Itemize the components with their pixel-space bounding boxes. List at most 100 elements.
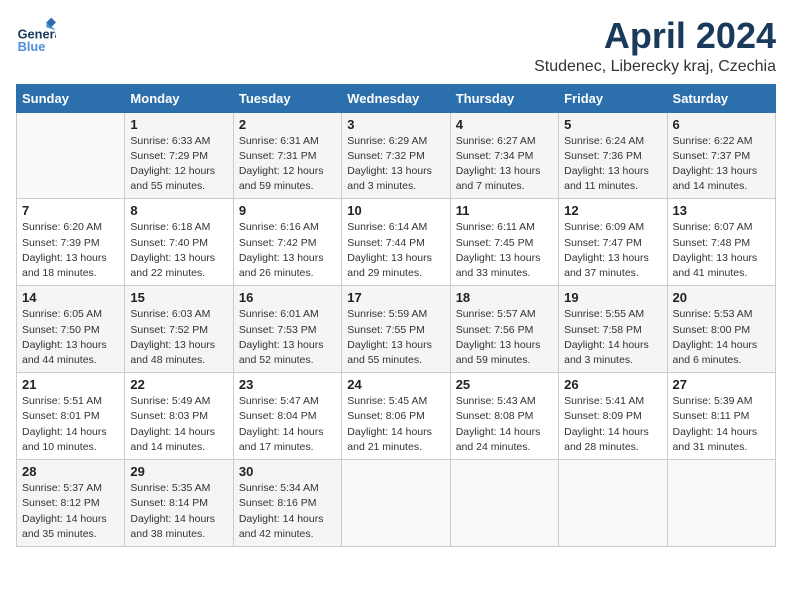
calendar-cell: 22 Sunrise: 5:49 AM Sunset: 8:03 PM Dayli… <box>125 373 233 460</box>
day-number: 15 <box>130 290 227 305</box>
calendar-cell: 4 Sunrise: 6:27 AM Sunset: 7:34 PM Daylig… <box>450 112 558 199</box>
calendar-cell <box>667 460 775 547</box>
day-info: Sunrise: 6:07 AM Sunset: 7:48 PM Dayligh… <box>673 220 770 281</box>
day-number: 17 <box>347 290 444 305</box>
day-number: 19 <box>564 290 661 305</box>
calendar-cell: 2 Sunrise: 6:31 AM Sunset: 7:31 PM Daylig… <box>233 112 341 199</box>
weekday-header-wednesday: Wednesday <box>342 84 450 112</box>
day-number: 20 <box>673 290 770 305</box>
calendar-cell: 20 Sunrise: 5:53 AM Sunset: 8:00 PM Dayli… <box>667 286 775 373</box>
day-info: Sunrise: 5:57 AM Sunset: 7:56 PM Dayligh… <box>456 307 553 368</box>
day-number: 21 <box>22 377 119 392</box>
day-info: Sunrise: 6:09 AM Sunset: 7:47 PM Dayligh… <box>564 220 661 281</box>
day-info: Sunrise: 6:05 AM Sunset: 7:50 PM Dayligh… <box>22 307 119 368</box>
day-info: Sunrise: 5:55 AM Sunset: 7:58 PM Dayligh… <box>564 307 661 368</box>
day-number: 1 <box>130 117 227 132</box>
day-number: 18 <box>456 290 553 305</box>
calendar-cell <box>450 460 558 547</box>
calendar-cell <box>342 460 450 547</box>
month-title: April 2024 <box>534 16 776 56</box>
calendar-cell: 30Sunrise: 5:34 AM Sunset: 8:16 PM Dayli… <box>233 460 341 547</box>
day-info: Sunrise: 5:51 AM Sunset: 8:01 PM Dayligh… <box>22 394 119 455</box>
week-row-4: 21 Sunrise: 5:51 AM Sunset: 8:01 PM Dayli… <box>17 373 776 460</box>
calendar-cell: 10 Sunrise: 6:14 AM Sunset: 7:44 PM Dayli… <box>342 199 450 286</box>
day-number: 3 <box>347 117 444 132</box>
week-row-1: 1 Sunrise: 6:33 AM Sunset: 7:29 PM Daylig… <box>17 112 776 199</box>
calendar-cell: 19 Sunrise: 5:55 AM Sunset: 7:58 PM Dayli… <box>559 286 667 373</box>
day-info: Sunrise: 6:22 AM Sunset: 7:37 PM Dayligh… <box>673 134 770 195</box>
calendar-cell: 21 Sunrise: 5:51 AM Sunset: 8:01 PM Dayli… <box>17 373 125 460</box>
calendar-cell: 25Sunrise: 5:43 AM Sunset: 8:08 PM Dayli… <box>450 373 558 460</box>
calendar-cell: 26Sunrise: 5:41 AM Sunset: 8:09 PM Dayli… <box>559 373 667 460</box>
day-info: Sunrise: 6:03 AM Sunset: 7:52 PM Dayligh… <box>130 307 227 368</box>
day-info: Sunrise: 6:01 AM Sunset: 7:53 PM Dayligh… <box>239 307 336 368</box>
day-info: Sunrise: 6:29 AM Sunset: 7:32 PM Dayligh… <box>347 134 444 195</box>
day-number: 8 <box>130 203 227 218</box>
day-info: Sunrise: 5:35 AM Sunset: 8:14 PM Dayligh… <box>130 481 227 542</box>
calendar-cell: 27 Sunrise: 5:39 AM Sunset: 8:11 PM Dayli… <box>667 373 775 460</box>
calendar-cell <box>17 112 125 199</box>
day-info: Sunrise: 5:53 AM Sunset: 8:00 PM Dayligh… <box>673 307 770 368</box>
day-info: Sunrise: 6:33 AM Sunset: 7:29 PM Dayligh… <box>130 134 227 195</box>
calendar-cell: 23 Sunrise: 5:47 AM Sunset: 8:04 PM Dayli… <box>233 373 341 460</box>
calendar-cell <box>559 460 667 547</box>
day-number: 16 <box>239 290 336 305</box>
day-info: Sunrise: 6:18 AM Sunset: 7:40 PM Dayligh… <box>130 220 227 281</box>
calendar-cell: 1 Sunrise: 6:33 AM Sunset: 7:29 PM Daylig… <box>125 112 233 199</box>
weekday-header-friday: Friday <box>559 84 667 112</box>
day-info: Sunrise: 5:43 AM Sunset: 8:08 PM Dayligh… <box>456 394 553 455</box>
calendar-cell: 16 Sunrise: 6:01 AM Sunset: 7:53 PM Dayli… <box>233 286 341 373</box>
week-row-5: 28 Sunrise: 5:37 AM Sunset: 8:12 PM Dayli… <box>17 460 776 547</box>
day-number: 5 <box>564 117 661 132</box>
day-info: Sunrise: 6:27 AM Sunset: 7:34 PM Dayligh… <box>456 134 553 195</box>
page-header: General Blue April 2024 Studenec, Libere… <box>16 16 776 76</box>
weekday-header-sunday: Sunday <box>17 84 125 112</box>
calendar-cell: 29 Sunrise: 5:35 AM Sunset: 8:14 PM Dayli… <box>125 460 233 547</box>
logo-icon: General Blue <box>16 16 56 56</box>
day-number: 10 <box>347 203 444 218</box>
calendar-cell: 24Sunrise: 5:45 AM Sunset: 8:06 PM Dayli… <box>342 373 450 460</box>
day-number: 28 <box>22 464 119 479</box>
day-number: 22 <box>130 377 227 392</box>
svg-text:Blue: Blue <box>18 39 46 54</box>
day-number: 6 <box>673 117 770 132</box>
day-number: 30 <box>239 464 336 479</box>
day-number: 14 <box>22 290 119 305</box>
week-row-3: 14 Sunrise: 6:05 AM Sunset: 7:50 PM Dayli… <box>17 286 776 373</box>
weekday-header-thursday: Thursday <box>450 84 558 112</box>
day-info: Sunrise: 5:37 AM Sunset: 8:12 PM Dayligh… <box>22 481 119 542</box>
day-info: Sunrise: 5:49 AM Sunset: 8:03 PM Dayligh… <box>130 394 227 455</box>
day-number: 4 <box>456 117 553 132</box>
day-info: Sunrise: 5:41 AM Sunset: 8:09 PM Dayligh… <box>564 394 661 455</box>
day-number: 27 <box>673 377 770 392</box>
day-info: Sunrise: 5:59 AM Sunset: 7:55 PM Dayligh… <box>347 307 444 368</box>
location: Studenec, Liberecky kraj, Czechia <box>534 58 776 76</box>
weekday-header-saturday: Saturday <box>667 84 775 112</box>
logo: General Blue <box>16 16 56 56</box>
title-block: April 2024 Studenec, Liberecky kraj, Cze… <box>534 16 776 76</box>
day-info: Sunrise: 6:14 AM Sunset: 7:44 PM Dayligh… <box>347 220 444 281</box>
calendar-cell: 28 Sunrise: 5:37 AM Sunset: 8:12 PM Dayli… <box>17 460 125 547</box>
calendar-cell: 3 Sunrise: 6:29 AM Sunset: 7:32 PM Daylig… <box>342 112 450 199</box>
day-number: 23 <box>239 377 336 392</box>
weekday-header-row: SundayMondayTuesdayWednesdayThursdayFrid… <box>17 84 776 112</box>
weekday-header-tuesday: Tuesday <box>233 84 341 112</box>
calendar-cell: 7 Sunrise: 6:20 AM Sunset: 7:39 PM Daylig… <box>17 199 125 286</box>
day-number: 29 <box>130 464 227 479</box>
day-info: Sunrise: 6:11 AM Sunset: 7:45 PM Dayligh… <box>456 220 553 281</box>
day-info: Sunrise: 6:31 AM Sunset: 7:31 PM Dayligh… <box>239 134 336 195</box>
day-info: Sunrise: 6:20 AM Sunset: 7:39 PM Dayligh… <box>22 220 119 281</box>
calendar-cell: 15 Sunrise: 6:03 AM Sunset: 7:52 PM Dayli… <box>125 286 233 373</box>
day-info: Sunrise: 5:39 AM Sunset: 8:11 PM Dayligh… <box>673 394 770 455</box>
day-info: Sunrise: 6:24 AM Sunset: 7:36 PM Dayligh… <box>564 134 661 195</box>
day-info: Sunrise: 5:47 AM Sunset: 8:04 PM Dayligh… <box>239 394 336 455</box>
day-number: 7 <box>22 203 119 218</box>
calendar-table: SundayMondayTuesdayWednesdayThursdayFrid… <box>16 84 776 547</box>
calendar-cell: 9Sunrise: 6:16 AM Sunset: 7:42 PM Daylig… <box>233 199 341 286</box>
calendar-cell: 18 Sunrise: 5:57 AM Sunset: 7:56 PM Dayli… <box>450 286 558 373</box>
day-number: 2 <box>239 117 336 132</box>
calendar-cell: 11Sunrise: 6:11 AM Sunset: 7:45 PM Dayli… <box>450 199 558 286</box>
calendar-cell: 5 Sunrise: 6:24 AM Sunset: 7:36 PM Daylig… <box>559 112 667 199</box>
calendar-cell: 8 Sunrise: 6:18 AM Sunset: 7:40 PM Daylig… <box>125 199 233 286</box>
day-number: 12 <box>564 203 661 218</box>
